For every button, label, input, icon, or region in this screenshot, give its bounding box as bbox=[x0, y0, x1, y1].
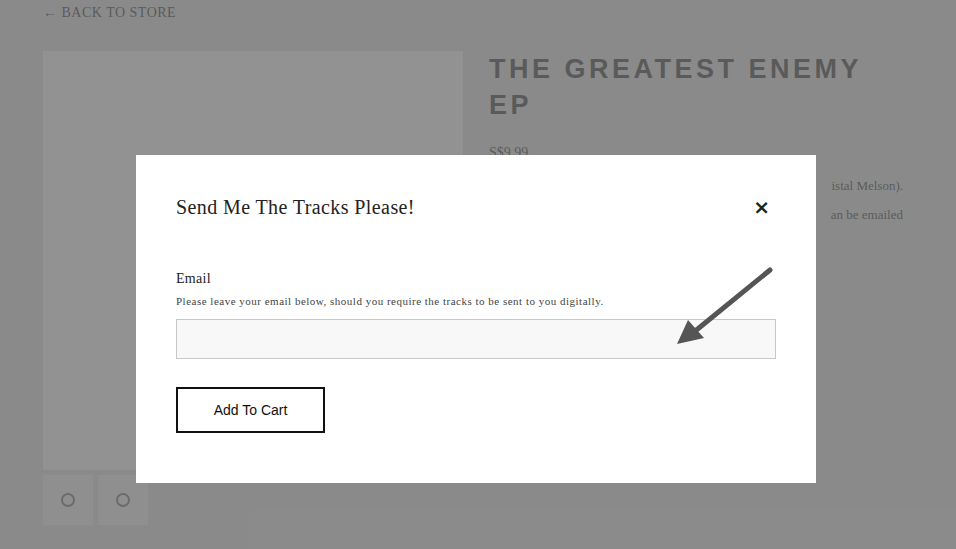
arrow-icon bbox=[0, 0, 956, 549]
modal-title: Send Me The Tracks Please! bbox=[176, 196, 415, 219]
email-help: Please leave your email below, should yo… bbox=[176, 295, 604, 307]
email-label: Email bbox=[176, 271, 211, 287]
add-to-cart-button[interactable]: Add To Cart bbox=[176, 387, 325, 433]
modal-header: Send Me The Tracks Please! × bbox=[176, 195, 776, 219]
email-input[interactable] bbox=[176, 319, 776, 359]
email-modal: Send Me The Tracks Please! × Email Please l… bbox=[136, 155, 816, 483]
store-page: ← BACK TO STORETHE GREATEST ENEMY EPS$9.… bbox=[0, 0, 956, 549]
close-button[interactable]: × bbox=[747, 195, 776, 219]
